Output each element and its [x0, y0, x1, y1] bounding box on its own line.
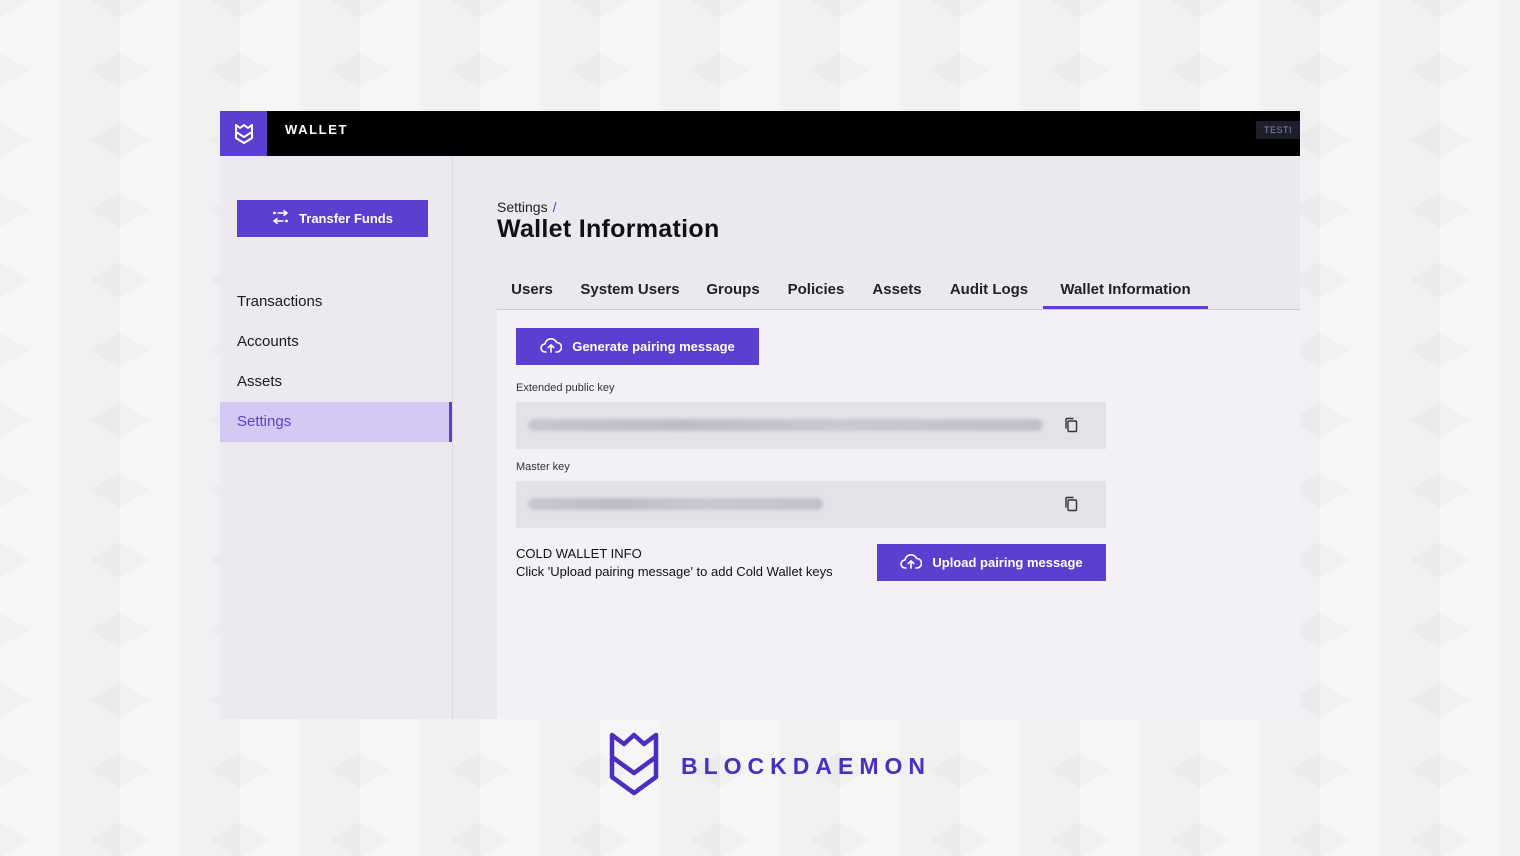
blockdaemon-logo-icon: [609, 731, 659, 802]
brand-name: BLOCKDAEMON: [681, 753, 931, 779]
cold-wallet-title: COLD WALLET INFO: [516, 546, 642, 561]
sidebar-item-settings[interactable]: Settings: [220, 402, 452, 442]
cloud-upload-icon: [540, 337, 563, 356]
sidebar-item-accounts[interactable]: Accounts: [220, 322, 452, 362]
tab-wallet-information[interactable]: Wallet Information: [1043, 277, 1208, 309]
upload-pairing-message-label: Upload pairing message: [932, 555, 1083, 570]
copy-icon[interactable]: [1064, 417, 1080, 434]
master-key-label: Master key: [516, 461, 570, 473]
environment-badge: TESTI: [1256, 121, 1300, 139]
tab-groups[interactable]: Groups: [693, 277, 773, 309]
wallet-information-panel: Generate pairing message Extended public…: [497, 310, 1300, 719]
top-bar: WALLET TESTI: [220, 111, 1300, 156]
blockdaemon-logo-icon[interactable]: [220, 111, 267, 156]
swap-arrows-icon: [272, 210, 289, 227]
tab-policies[interactable]: Policies: [773, 277, 859, 309]
settings-tabs: Users System Users Groups Policies Asset…: [497, 277, 1300, 310]
breadcrumb-separator: /: [552, 199, 557, 215]
breadcrumb: Settings /: [497, 199, 556, 215]
upload-pairing-message-button[interactable]: Upload pairing message: [877, 544, 1106, 581]
extended-public-key-label: Extended public key: [516, 382, 615, 394]
master-key-value: [528, 498, 823, 510]
tab-audit-logs[interactable]: Audit Logs: [935, 277, 1043, 309]
tab-users[interactable]: Users: [497, 277, 567, 309]
tab-system-users[interactable]: System Users: [567, 277, 693, 309]
extended-public-key-field: [516, 402, 1106, 449]
copy-icon[interactable]: [1064, 496, 1080, 513]
master-key-field: [516, 481, 1106, 528]
generate-pairing-message-label: Generate pairing message: [572, 339, 735, 354]
breadcrumb-settings-link[interactable]: Settings: [497, 199, 548, 215]
sidebar: Transfer Funds Transactions Accounts Ass…: [220, 156, 453, 719]
transfer-funds-button[interactable]: Transfer Funds: [237, 200, 428, 237]
cloud-upload-icon: [900, 553, 923, 572]
app-title: WALLET: [285, 122, 349, 137]
page-title: Wallet Information: [497, 215, 720, 243]
cold-wallet-description: Click 'Upload pairing message' to add Co…: [516, 564, 833, 579]
brand-lockup: BLOCKDAEMON: [609, 731, 931, 802]
transfer-funds-label: Transfer Funds: [299, 211, 393, 226]
generate-pairing-message-button[interactable]: Generate pairing message: [516, 328, 759, 365]
wallet-app-window: WALLET TESTI Transfer Funds Transactions…: [220, 111, 1300, 719]
sidebar-item-transactions[interactable]: Transactions: [220, 282, 452, 322]
extended-public-key-value: [528, 419, 1043, 431]
tab-assets[interactable]: Assets: [859, 277, 935, 309]
sidebar-item-assets[interactable]: Assets: [220, 362, 452, 402]
